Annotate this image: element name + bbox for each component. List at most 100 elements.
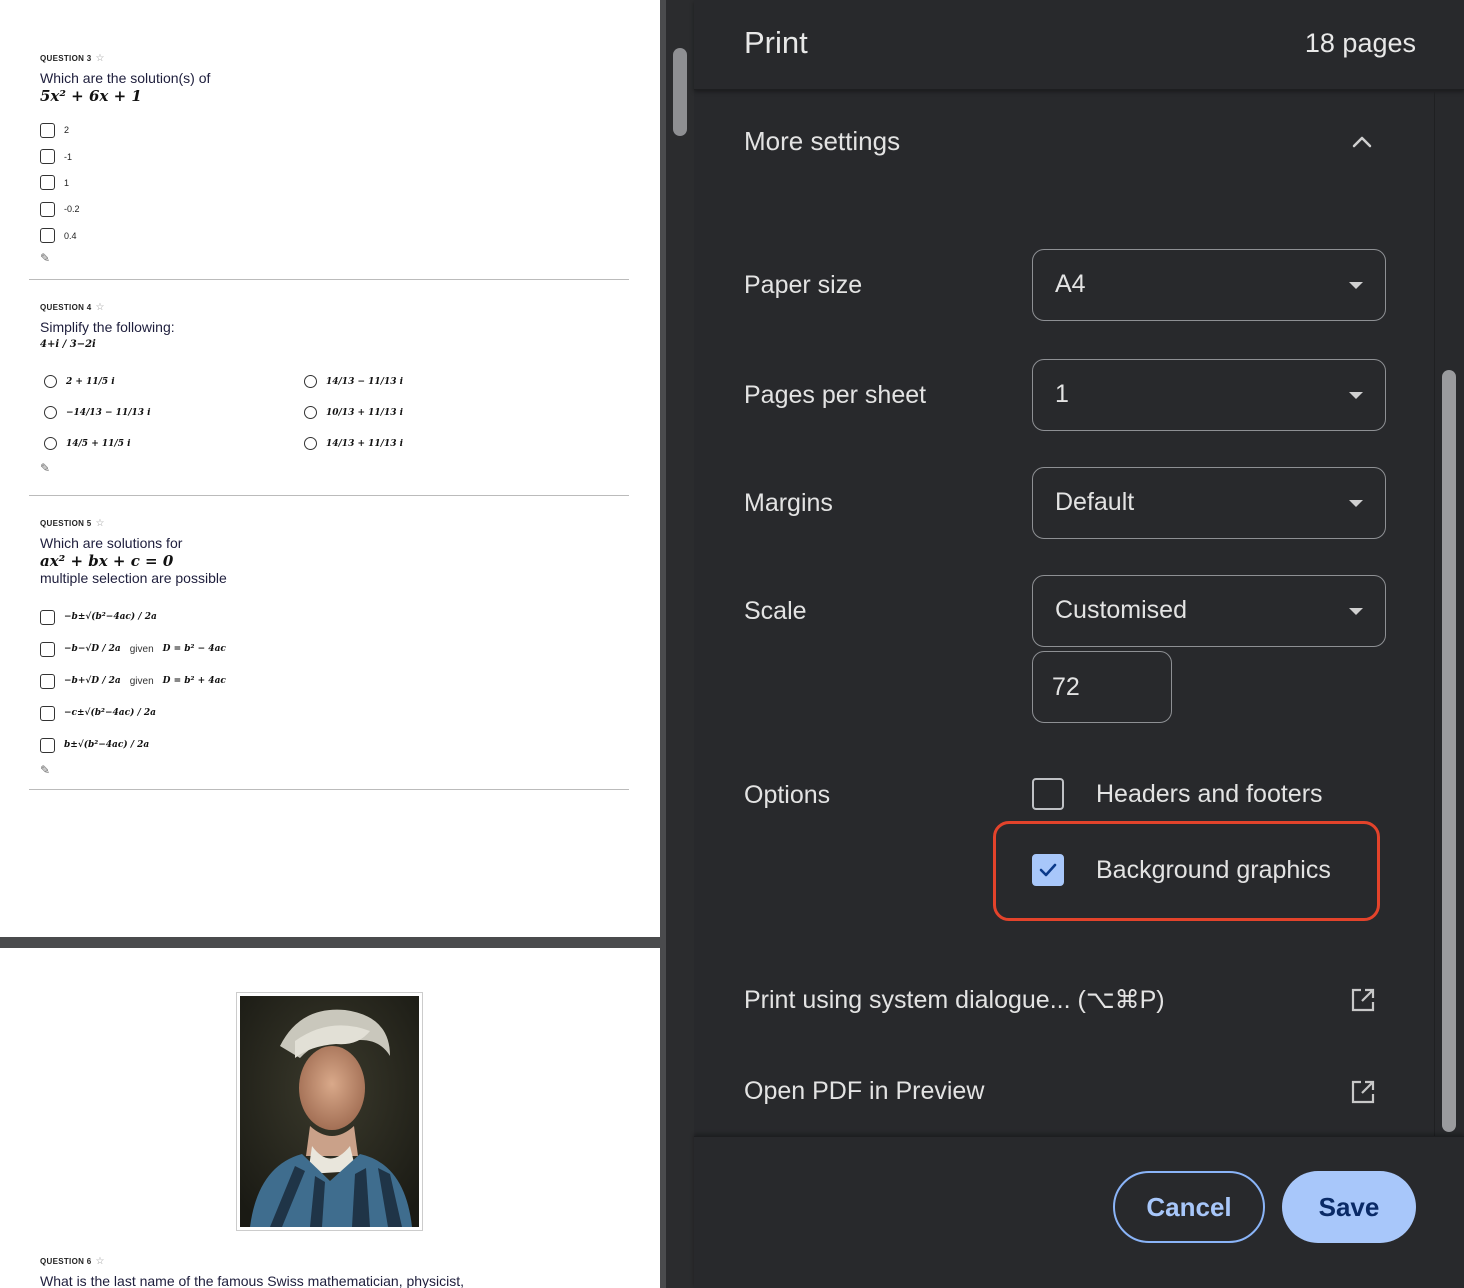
print-settings-panel: Print 18 pages More settings Paper size … xyxy=(694,0,1464,1288)
checkbox-icon xyxy=(40,609,55,625)
option-text: b±√(b²−4ac) / 2a xyxy=(64,740,150,750)
option-text: 2 + 11/5 i xyxy=(66,376,115,387)
question-text: Which are the solution(s) of xyxy=(40,70,211,86)
option-given: given xyxy=(129,675,154,687)
option-text: −b+√D / 2a xyxy=(64,676,121,686)
panel-title: Print xyxy=(744,25,808,60)
settings-body[interactable]: More settings Paper size A4 Pages per sh… xyxy=(694,92,1434,1136)
preview-page-2: QUESTION 6 ☆ What is the last name of th… xyxy=(0,948,660,1288)
system-dialog-label[interactable]: Print using system dialogue... (⌥⌘P) xyxy=(744,985,1165,1015)
headers-footers-option[interactable]: Headers and footers xyxy=(1032,778,1323,810)
open-pdf-link[interactable]: Open PDF in Preview xyxy=(744,1073,1380,1113)
panel-footer: Cancel Save xyxy=(694,1136,1464,1288)
radio-icon xyxy=(44,406,57,419)
print-dialog-root: QUESTION 3 ☆ Which are the solution(s) o… xyxy=(0,0,1464,1288)
more-settings-toggle[interactable]: More settings xyxy=(744,126,900,157)
answer-option: 14/5 + 11/5 i xyxy=(40,428,300,459)
checkbox-icon xyxy=(40,228,55,244)
open-external-icon[interactable] xyxy=(1350,1079,1376,1105)
star-icon: ☆ xyxy=(95,1256,105,1267)
panel-scrollbar-thumb[interactable] xyxy=(1442,370,1456,1132)
answer-option: 2 xyxy=(40,117,630,143)
radio-icon xyxy=(304,437,317,450)
option-text: -0.2 xyxy=(64,204,80,215)
question-number: QUESTION 5 xyxy=(40,519,92,528)
open-external-icon[interactable] xyxy=(1350,987,1376,1013)
save-button[interactable]: Save xyxy=(1282,1171,1416,1243)
option-text: −c±√(b²−4ac) / 2a xyxy=(64,708,156,718)
checkbox-icon xyxy=(40,705,55,721)
question-label: QUESTION 5 ☆ xyxy=(40,518,630,529)
question-math: ax² + bx + c = 0 xyxy=(40,552,174,570)
option-given: given xyxy=(129,643,154,655)
question-5: QUESTION 5 ☆ Which are solutions for ax²… xyxy=(40,518,630,777)
paper-size-label: Paper size xyxy=(744,271,863,299)
cancel-button[interactable]: Cancel xyxy=(1113,1171,1265,1243)
options-label: Options xyxy=(744,781,831,809)
open-pdf-label[interactable]: Open PDF in Preview xyxy=(744,1077,984,1106)
star-icon: ☆ xyxy=(95,518,105,529)
answer-option: 14/13 + 11/13 i xyxy=(300,428,560,459)
pages-per-sheet-label: Pages per sheet xyxy=(744,381,927,409)
option-text: 10/13 + 11/13 i xyxy=(326,407,404,418)
dropdown-arrow-icon xyxy=(1349,500,1363,507)
margins-select[interactable]: Default xyxy=(1032,467,1386,539)
checkbox-icon xyxy=(40,201,55,217)
answer-option: -0.2 xyxy=(40,196,630,222)
question-math: 5x² + 6x + 1 xyxy=(40,87,142,105)
dropdown-arrow-icon xyxy=(1349,282,1363,289)
question-math: 4+i / 3−2i xyxy=(40,339,96,350)
page-count: 18 pages xyxy=(1304,28,1416,58)
edit-note-icon: ✎ xyxy=(40,763,51,777)
question-label: QUESTION 6 ☆ xyxy=(40,1256,640,1267)
answer-option: 10/13 + 11/13 i xyxy=(300,397,560,428)
portrait-illustration xyxy=(240,996,419,1227)
print-preview[interactable]: QUESTION 3 ☆ Which are the solution(s) o… xyxy=(0,0,694,1288)
question-text: What is the last name of the famous Swis… xyxy=(40,1273,465,1288)
dropdown-arrow-icon xyxy=(1349,608,1363,615)
question-divider xyxy=(29,495,629,496)
headers-footers-checkbox[interactable] xyxy=(1032,778,1064,810)
checkbox-icon xyxy=(40,122,55,138)
edit-note-icon: ✎ xyxy=(40,461,51,475)
question-divider xyxy=(29,789,629,790)
checkbox-icon xyxy=(40,149,55,165)
question-label: QUESTION 4 ☆ xyxy=(40,302,630,313)
question-text: Which are solutions for xyxy=(40,535,183,551)
option-text: -1 xyxy=(64,151,73,162)
preview-page-1: QUESTION 3 ☆ Which are the solution(s) o… xyxy=(0,0,660,937)
option-text: −b±√(b²−4ac) / 2a xyxy=(64,612,157,622)
question-subtext: multiple selection are possible xyxy=(40,570,227,586)
question-divider xyxy=(29,279,629,280)
question-number: QUESTION 3 xyxy=(40,54,92,63)
question-label: QUESTION 3 ☆ xyxy=(40,53,630,64)
option-text: −b−√D / 2a xyxy=(64,644,121,654)
question-6: QUESTION 6 ☆ What is the last name of th… xyxy=(40,1256,640,1288)
highlight-annotation xyxy=(993,821,1380,921)
radio-icon xyxy=(44,375,57,388)
system-dialog-link[interactable]: Print using system dialogue... (⌥⌘P) xyxy=(744,981,1380,1021)
scale-custom-value: 72 xyxy=(1052,673,1080,701)
checkbox-icon xyxy=(40,737,55,753)
option-text: −14/13 − 11/13 i xyxy=(66,407,151,418)
panel-scrollbar-track[interactable] xyxy=(1434,92,1435,1136)
answer-option: 1 xyxy=(40,170,630,196)
portrait-image xyxy=(236,992,423,1231)
preview-scrollbar-track[interactable] xyxy=(666,0,694,1288)
answer-option: −b+√D / 2a given D = b² + 4ac xyxy=(40,665,630,697)
option-text: 14/5 + 11/5 i xyxy=(66,438,131,449)
checkbox-icon xyxy=(40,175,55,191)
paper-size-select[interactable]: A4 xyxy=(1032,249,1386,321)
headers-footers-label[interactable]: Headers and footers xyxy=(1096,780,1323,809)
chevron-up-icon[interactable] xyxy=(1344,130,1380,154)
scale-custom-input[interactable]: 72 xyxy=(1032,651,1172,723)
pages-per-sheet-select[interactable]: 1 xyxy=(1032,359,1386,431)
scale-select[interactable]: Customised xyxy=(1032,575,1386,647)
radio-icon xyxy=(44,437,57,450)
margins-value: Default xyxy=(1055,488,1135,516)
edit-note-icon: ✎ xyxy=(40,250,51,265)
radio-icon xyxy=(304,406,317,419)
margins-label: Margins xyxy=(744,489,833,517)
star-icon: ☆ xyxy=(95,53,105,64)
preview-scrollbar-thumb[interactable] xyxy=(673,48,687,136)
